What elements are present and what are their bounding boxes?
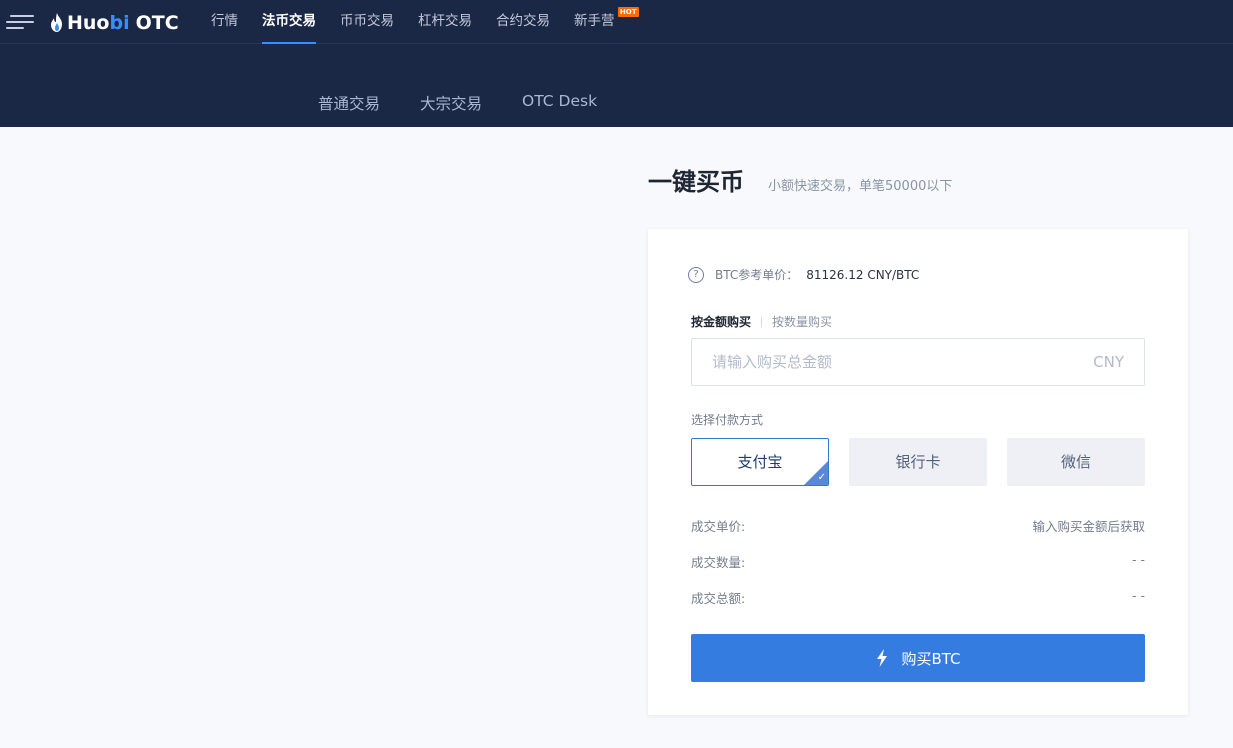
pay-bank-card-button[interactable]: 银行卡 (849, 438, 987, 486)
main-nav: 行情 法币交易 币币交易 杠杆交易 合约交易 新手营 HOT (199, 0, 639, 44)
info-row-price: 成交单价: 输入购买金额后获取 (691, 516, 1145, 535)
title-row: 一键买币 小额快速交易，单笔50000以下 (648, 162, 952, 197)
subnav-item-block-trade[interactable]: 大宗交易 (420, 92, 482, 114)
info-row-total: 成交总额: - - (691, 588, 1145, 607)
reference-price-row: ? BTC参考单价： 81126.12 CNY/BTC (688, 266, 919, 283)
amount-input-wrapper: CNY (691, 338, 1145, 386)
flame-logo-icon (51, 13, 62, 32)
logo-text: Huobi OTC (67, 12, 179, 34)
currency-unit: CNY (1093, 353, 1124, 371)
sub-header: 普通交易 大宗交易 OTC Desk (0, 44, 1233, 127)
reference-price-value: 81126.12 CNY/BTC (806, 267, 920, 282)
quick-buy-card: ? BTC参考单价： 81126.12 CNY/BTC 按金额购买 按数量购买 … (648, 229, 1188, 715)
nav-item-margin-trading[interactable]: 杠杆交易 (406, 0, 484, 44)
tab-buy-by-amount[interactable]: 按金额购买 (691, 313, 751, 330)
subnav-item-otc-desk[interactable]: OTC Desk (522, 92, 597, 114)
deal-price-label: 成交单价: (691, 519, 746, 534)
check-icon: ✓ (817, 472, 826, 483)
sub-nav: 普通交易 大宗交易 OTC Desk (318, 92, 637, 114)
question-icon[interactable]: ? (688, 266, 704, 283)
lightning-bolt-icon (877, 649, 888, 667)
nav-item-contract-trading[interactable]: 合约交易 (484, 0, 562, 44)
nav-item-market[interactable]: 行情 (199, 0, 250, 44)
subnav-item-normal-trade[interactable]: 普通交易 (318, 92, 380, 114)
payment-methods: 支付宝 ✓ 银行卡 微信 (691, 438, 1145, 486)
pay-alipay-button[interactable]: 支付宝 ✓ (691, 438, 829, 486)
hot-badge: HOT (617, 7, 639, 17)
deal-quantity-value: - - (1132, 552, 1145, 567)
nav-item-newbie-camp[interactable]: 新手营 HOT (562, 0, 639, 44)
nav-item-newbie-label: 新手营 (574, 13, 615, 29)
deal-total-label: 成交总额: (691, 591, 746, 606)
pay-wechat-button[interactable]: 微信 (1007, 438, 1145, 486)
buy-btc-label: 购买BTC (901, 649, 961, 668)
reference-price-label: BTC参考单价： (715, 268, 799, 282)
pay-bank-card-label: 银行卡 (895, 453, 941, 471)
buy-btc-button[interactable]: 购买BTC (691, 634, 1145, 682)
page-title: 一键买币 (648, 168, 744, 196)
top-bar: Huobi OTC 行情 法币交易 币币交易 杠杆交易 合约交易 新手营 HOT (0, 0, 1233, 44)
pay-alipay-label: 支付宝 (737, 453, 783, 471)
tab-buy-by-quantity[interactable]: 按数量购买 (772, 313, 832, 330)
huobi-otc-logo[interactable]: Huobi OTC (50, 10, 179, 36)
info-row-quantity: 成交数量: - - (691, 552, 1145, 571)
deal-quantity-label: 成交数量: (691, 555, 746, 570)
purchase-mode-tabs: 按金额购买 按数量购买 (691, 313, 832, 330)
pay-wechat-label: 微信 (1060, 453, 1091, 471)
hamburger-menu-icon[interactable] (6, 12, 34, 32)
tab-divider (761, 316, 763, 327)
nav-item-fiat-trading[interactable]: 法币交易 (250, 0, 328, 44)
payment-method-label: 选择付款方式 (691, 413, 764, 427)
deal-price-value: 输入购买金额后获取 (1032, 519, 1145, 534)
nav-item-spot-trading[interactable]: 币币交易 (328, 0, 406, 44)
deal-total-value: - - (1132, 588, 1145, 603)
amount-input[interactable] (692, 339, 1144, 385)
page-subtitle: 小额快速交易，单笔50000以下 (768, 179, 953, 194)
